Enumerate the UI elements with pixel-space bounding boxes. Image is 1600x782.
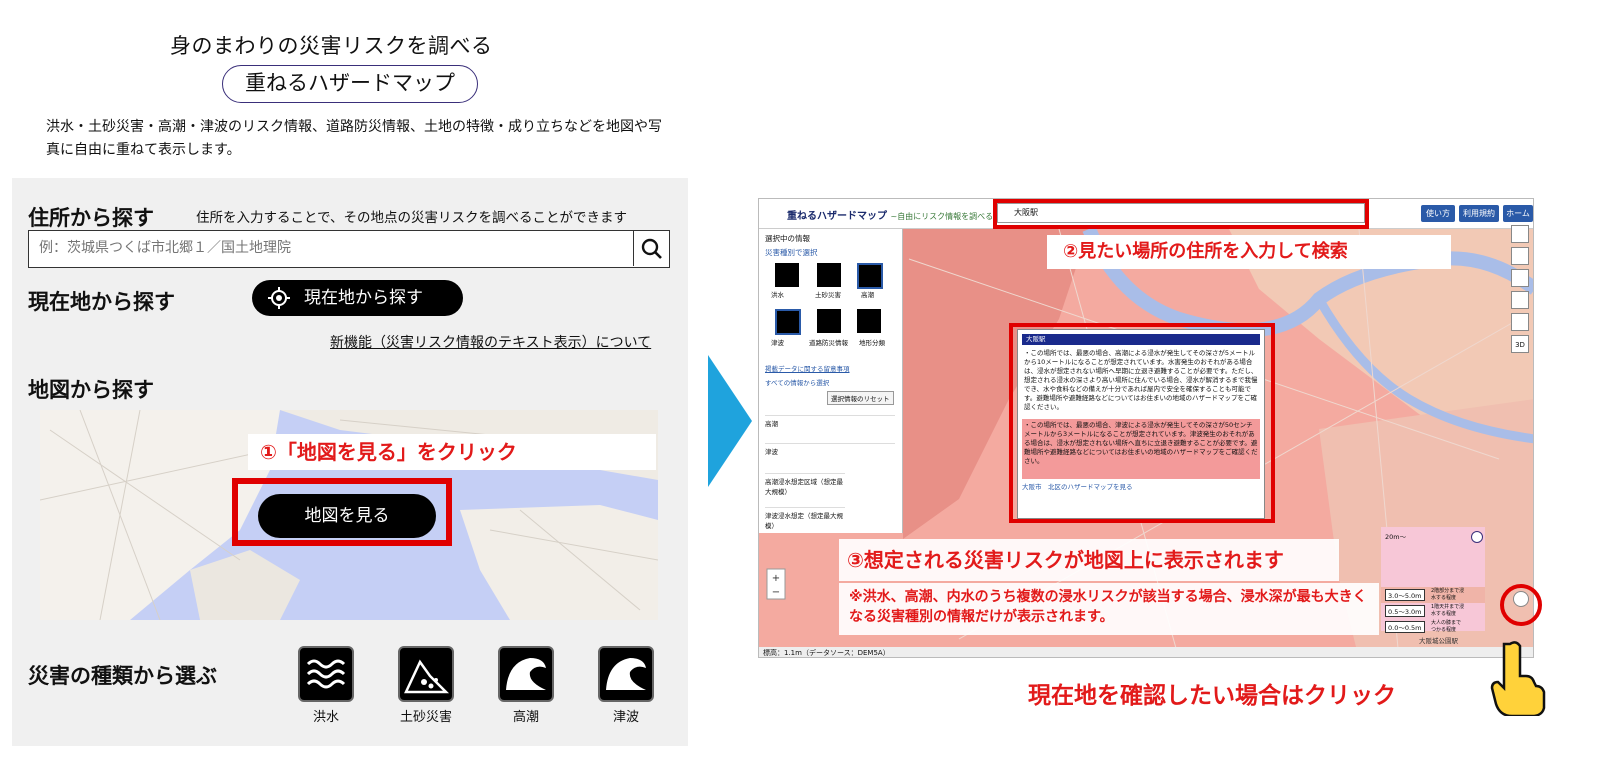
draw-icon[interactable] [1511, 269, 1529, 287]
app-title: 重ねるハザードマップ ~自由にリスク情報を調べる~ [787, 207, 1000, 222]
map-preview: ①「地図を見る」をクリック 地図を見る [40, 410, 658, 620]
status-bar: 標高：1.1m（データソース：DEM5A） [759, 647, 1533, 657]
side-icon-label: 洪水 [771, 291, 784, 299]
view-map-button[interactable]: 地図を見る [258, 494, 436, 538]
side-icon-label: 津波 [771, 339, 784, 347]
app-tagline: ~自由にリスク情報を調べる~ [890, 212, 1000, 221]
risk-list-icon[interactable] [1511, 247, 1529, 265]
address-hint: 住所を入力することで、その地点の災害リスクを調べることができます [196, 210, 628, 226]
side-icon-label: 地形分類 [859, 339, 885, 347]
legend-note: 2階部分まで浸水する程度 [1431, 588, 1465, 601]
current-location-label: 現在地から探す [304, 288, 423, 308]
left-panel: 身のまわりの災害リスクを調べる 重ねるハザードマップ 洪水・土砂災害・高潮・津波… [0, 0, 700, 782]
next-step-arrow [708, 355, 752, 487]
step2-highlight [993, 199, 1369, 229]
legend-entry: 0.0～0.5m [1385, 621, 1425, 633]
step1-callout: ①「地図を見る」をクリック [248, 434, 656, 470]
nav-home[interactable]: ホーム [1503, 205, 1533, 222]
side-flood-icon[interactable] [775, 263, 799, 287]
address-search-box [28, 230, 670, 268]
toolbox-icon[interactable] [1511, 313, 1529, 331]
app-title-text: 重ねるハザードマップ [787, 211, 887, 222]
current-location-callout: 現在地を確認したい場合はクリック [1028, 683, 1396, 709]
side-icon-label: 道路防災情報 [809, 339, 848, 347]
side-road-note[interactable]: 掲載データに関する留意事項 [765, 363, 850, 373]
side-item[interactable]: 高潮 [765, 415, 895, 428]
tsunami-icon [606, 658, 646, 690]
intro-text: 洪水・土砂災害・高潮・津波のリスク情報、道路防災情報、土地の特徴・成り立ちなどを… [46, 119, 662, 158]
side-icon-label: 高潮 [861, 291, 874, 299]
hazard-flood-button[interactable] [298, 646, 354, 702]
popup-para-storm: ・この場所では、最悪の場合、高潮による浸水が発生してその深さが5メートルから10… [1024, 349, 1258, 411]
zoom-tool-icon[interactable] [1511, 225, 1529, 243]
hazard-label: 高潮 [512, 710, 539, 725]
side-landslide-icon[interactable] [817, 263, 841, 287]
flood-icon [306, 659, 346, 689]
overlap-note: ※洪水、高潮、内水のうち複数の浸水リスクが該当する場合、浸水深が最も大きくなる災… [839, 583, 1379, 635]
landslide-icon [404, 659, 450, 694]
site-title: 重ねるハザードマップ [222, 65, 478, 103]
current-location-button[interactable]: 現在地から探す [252, 280, 463, 316]
hazard-label: 津波 [612, 710, 639, 725]
side-panel-title: 選択中の情報 [765, 234, 810, 243]
address-search-input[interactable] [29, 231, 629, 265]
side-item[interactable]: 津波 [765, 443, 895, 456]
legend-entry: 3.0～5.0m [1385, 589, 1425, 601]
legend-note: 1階天井まで浸水する程度 [1431, 604, 1465, 617]
svg-text:+: + [772, 573, 780, 584]
side-tsunami-icon[interactable] [775, 309, 801, 335]
svg-text:−: − [772, 587, 780, 598]
nav-terms[interactable]: 利用規約 [1459, 205, 1499, 222]
hazard-landslide-button[interactable] [398, 646, 454, 702]
risk-popup: 大阪駅 ・この場所では、最悪の場合、高潮による浸水が発生してその深さが5メートル… [1017, 329, 1265, 519]
search-icon [641, 238, 662, 259]
hazard-tsunami-button[interactable] [598, 646, 654, 702]
side-icon-label: 土砂災害 [815, 291, 841, 299]
legend-note: 大人の膝までつかる程度 [1431, 620, 1462, 633]
selection-side-panel: 選択中の情報 災害種別で選択 洪水 土砂災害 高潮 津波 道路防災情報 地形分類… [759, 229, 903, 533]
address-heading: 住所から探す [28, 206, 154, 230]
side-by-type[interactable]: 災害種別で選択 [765, 247, 818, 258]
step2-callout: ②見たい場所の住所を入力して検索 [1047, 235, 1451, 269]
legend-entry: 0.5～3.0m [1385, 605, 1425, 617]
legend-close-icon[interactable] [1471, 531, 1483, 543]
pointing-hand-icon [1490, 641, 1546, 716]
hazard-heading: 災害の種類から選ぶ [28, 664, 217, 688]
nav-howto[interactable]: 使い方 [1421, 205, 1455, 222]
station-label: 大阪城公園駅 [1419, 637, 1458, 645]
tool-column: 3D [1511, 225, 1531, 363]
search-button[interactable] [633, 231, 669, 266]
crosshair-icon [268, 287, 290, 309]
current-location-highlight [1500, 584, 1542, 626]
location-heading: 現在地から探す [28, 290, 175, 314]
hazard-storm-surge-button[interactable] [498, 646, 554, 702]
map-heading: 地図から探す [28, 378, 154, 402]
site-subtitle: 身のまわりの災害リスクを調べる [170, 34, 493, 58]
hazard-label: 土砂災害 [399, 710, 452, 725]
pencil-icon[interactable] [1511, 291, 1529, 309]
step3-callout: ③想定される災害リスクが地図上に表示されます [839, 539, 1339, 581]
side-landform-icon[interactable] [857, 309, 881, 333]
new-feature-link[interactable]: 新機能（災害リスク情報のテキスト表示）について [330, 332, 651, 352]
legend-entry: 20m～ [1385, 533, 1407, 541]
side-reset-button[interactable]: 選択情報のリセット [827, 391, 894, 405]
hazard-map-app: + − 重ねるハザードマップ ~自由にリスク情報を調べる~ 大阪駅 使い方 利用… [758, 198, 1534, 658]
flood-depth-legend: 20m～ 3.0～5.0m 2階部分まで浸水する程度 0.5～3.0m 1階天井… [1381, 527, 1485, 633]
side-item[interactable]: 高潮浸水想定区域（想定最大規模） [765, 473, 845, 496]
side-all-info[interactable]: すべての情報から選択 [765, 377, 829, 387]
popup-hazard-link[interactable]: 大阪市 北区のハザードマップを見る [1022, 483, 1260, 492]
storm-surge-icon [506, 658, 546, 690]
search-panel: 住所から探す 住所を入力することで、その地点の災害リスクを調べることができます … [12, 178, 688, 746]
side-item[interactable]: 津波浸水想定（想定最大規模） [765, 507, 845, 530]
popup-para-tsunami: ・この場所では、最悪の場合、津波による浸水が発生してその深さが50センチメートル… [1022, 419, 1260, 479]
hazard-label: 洪水 [312, 710, 339, 725]
side-storm-surge-icon[interactable] [857, 263, 883, 289]
popup-title: 大阪駅 [1022, 334, 1260, 345]
side-road-icon[interactable] [817, 309, 841, 333]
